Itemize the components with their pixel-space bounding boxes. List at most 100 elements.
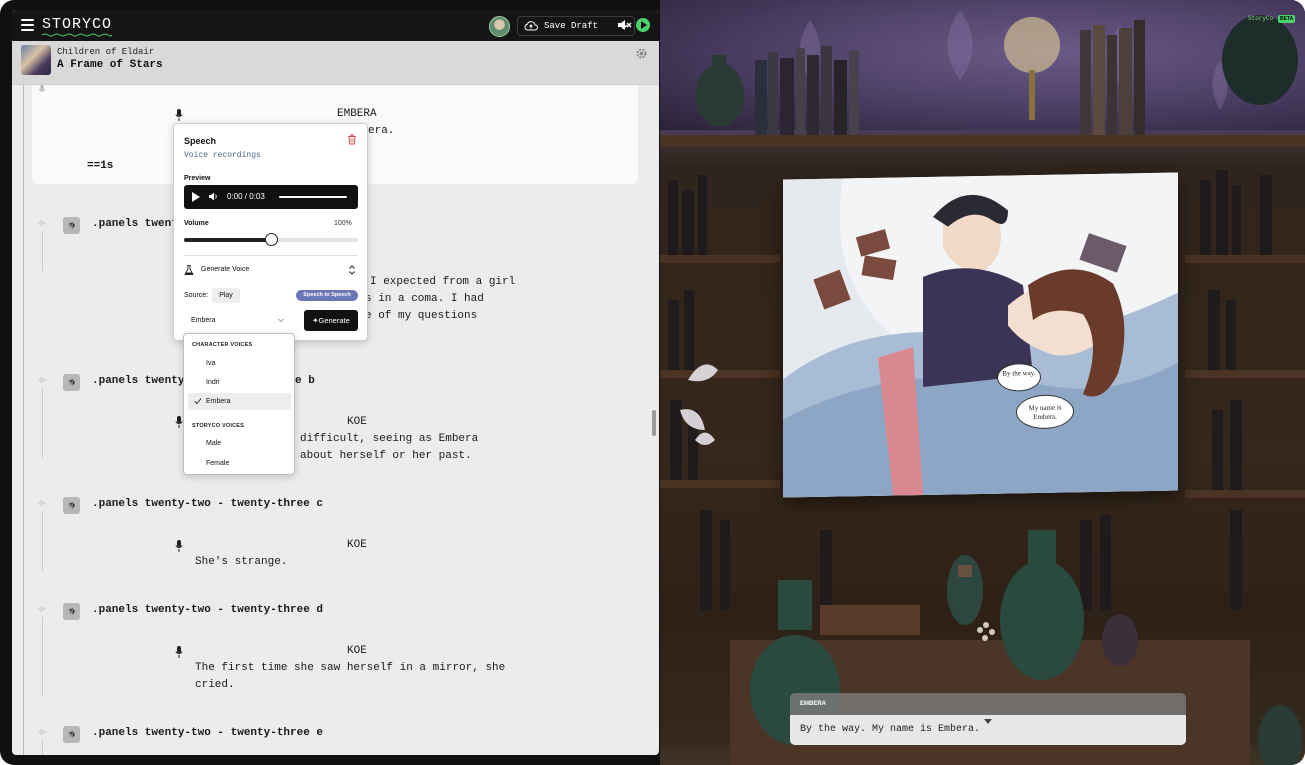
- mic-icon: [38, 85, 46, 92]
- mute-icon[interactable]: [616, 17, 632, 33]
- trash-icon[interactable]: [347, 134, 357, 145]
- source-play-button[interactable]: Play: [212, 288, 240, 303]
- volume-slider-fill: [184, 238, 271, 242]
- panel-node-icon[interactable]: [63, 374, 80, 391]
- audio-player: 0:00 / 0:03: [184, 185, 358, 209]
- dialog-speaker: EMBERA: [800, 701, 827, 707]
- voice-dropdown: CHARACTER VOICES Iva Indri Embera STORYC…: [183, 333, 295, 475]
- mic-icon[interactable]: [175, 540, 183, 552]
- storyco-voices-header: STORYCO VOICES: [192, 423, 245, 429]
- dialog-line: difficult, seeing as Embera: [300, 433, 479, 445]
- voice-option-embera[interactable]: Embera: [188, 393, 291, 410]
- pause-marker: ==1s: [87, 160, 114, 172]
- dialog-line: cried.: [195, 679, 235, 691]
- user-avatar[interactable]: [489, 16, 510, 37]
- volume-slider[interactable]: [184, 233, 358, 246]
- panel-heading-tail: e b: [295, 375, 315, 387]
- voice-select[interactable]: Embera: [184, 313, 288, 329]
- top-bar: STORYCO Save Draft: [12, 10, 659, 41]
- speaker-icon[interactable]: [208, 191, 218, 202]
- speaker-name: KOE: [347, 416, 367, 428]
- panel-node-icon[interactable]: [63, 217, 80, 234]
- project-series: Children of Eldair: [57, 47, 155, 57]
- player-time: 0:00 / 0:03: [227, 192, 265, 201]
- voice-option-male[interactable]: Male: [188, 435, 291, 452]
- source-label: Source:: [184, 292, 209, 299]
- continue-caret-icon[interactable]: [984, 719, 992, 724]
- character-voices-header: CHARACTER VOICES: [192, 342, 253, 348]
- dialog-line: She's strange.: [195, 556, 288, 568]
- panel-heading[interactable]: .panels twenty-two - twenty-three e: [92, 725, 323, 742]
- script-rail: [23, 85, 24, 755]
- player-progress[interactable]: [279, 196, 347, 198]
- dialog-line: The first time she saw herself in a mirr…: [195, 662, 506, 674]
- dialog-box[interactable]: EMBERA By the way. My name is Embera.: [790, 693, 1186, 745]
- dialog-line: s in a coma. I had: [365, 293, 484, 305]
- app-frame: STORYCO Save Draft Children of Eldair A …: [0, 0, 1305, 765]
- mic-icon[interactable]: [175, 109, 183, 121]
- panel-heading[interactable]: .panels twent: [92, 216, 178, 233]
- block-connector: [42, 511, 43, 571]
- app-logo[interactable]: STORYCO: [42, 16, 112, 33]
- voice-select-value: Embera: [191, 317, 216, 324]
- dialog-line: e of my questions: [365, 310, 478, 322]
- block-connector: [42, 617, 43, 697]
- generate-voice-select[interactable]: Generate Voice: [184, 264, 358, 279]
- generate-button-label: Generate: [318, 316, 350, 325]
- dialog-line: era.: [368, 125, 395, 137]
- block-connector: [42, 231, 43, 271]
- panel-heading[interactable]: .panels twenty-two - twenty-three c: [92, 496, 323, 513]
- popover-subtitle: Voice recordings: [184, 151, 261, 160]
- voice-option-label: Embera: [206, 398, 231, 405]
- speech-to-speech-badge[interactable]: Speech to Speech: [296, 290, 358, 301]
- panel-node-icon[interactable]: [63, 726, 80, 743]
- dialog-line: I expected from a girl: [370, 276, 516, 288]
- menu-icon[interactable]: [21, 19, 34, 31]
- generate-voice-label: Generate Voice: [201, 266, 250, 273]
- dialog-line: about herself or her past.: [300, 450, 472, 462]
- pane-resize-handle[interactable]: [652, 410, 656, 436]
- waveform-icon: [38, 729, 46, 735]
- mic-icon[interactable]: [175, 416, 183, 428]
- chevron-down-icon: [278, 318, 284, 323]
- voice-option-indri[interactable]: Indri: [188, 374, 291, 391]
- gear-icon[interactable]: [635, 47, 648, 60]
- volume-slider-knob[interactable]: [264, 233, 278, 246]
- block-connector: [42, 740, 43, 755]
- project-bar: Children of Eldair A Frame of Stars: [12, 41, 659, 85]
- dialog-header: EMBERA: [790, 693, 1186, 715]
- beta-badge: BETA: [1278, 15, 1296, 23]
- waveform-icon: [38, 606, 46, 612]
- play-icon[interactable]: [192, 192, 200, 202]
- project-title: A Frame of Stars: [57, 59, 163, 71]
- speaker-name: KOE: [347, 539, 367, 551]
- panel-heading[interactable]: .panels twenty-: [92, 373, 191, 390]
- speaker-name: EMBERA: [337, 108, 377, 120]
- play-scene-icon[interactable]: [636, 18, 650, 32]
- project-thumbnail[interactable]: [21, 45, 51, 75]
- dialog-text: By the way. My name is Embera.: [800, 724, 981, 735]
- check-icon: [194, 398, 202, 405]
- voice-option-female[interactable]: Female: [188, 455, 291, 472]
- waveform-icon: [38, 377, 46, 383]
- script-editor-pane: STORYCO Save Draft Children of Eldair A …: [12, 10, 659, 755]
- speech-popover: Speech Voice recordings Preview 0:00 / 0…: [173, 123, 368, 341]
- generate-button[interactable]: ✦Generate: [304, 310, 358, 331]
- block-connector: [42, 388, 43, 458]
- comic-panel[interactable]: By the way. My name is Embera.: [783, 172, 1178, 498]
- divider: [184, 255, 358, 256]
- flask-icon: [184, 265, 194, 275]
- mic-icon[interactable]: [175, 646, 183, 658]
- volume-value: 100%: [334, 220, 352, 227]
- waveform-icon: [38, 220, 46, 226]
- cloud-upload-icon: [524, 21, 538, 31]
- preview-label: Preview: [184, 175, 211, 182]
- chevron-up-down-icon: [349, 265, 355, 275]
- save-draft-label: Save Draft: [544, 21, 599, 31]
- panel-node-icon[interactable]: [63, 603, 80, 620]
- panel-node-icon[interactable]: [63, 497, 80, 514]
- speaker-name: KOE: [347, 645, 367, 657]
- volume-label: Volume: [184, 220, 209, 227]
- panel-heading[interactable]: .panels twenty-two - twenty-three d: [92, 602, 323, 619]
- voice-option-iva[interactable]: Iva: [188, 355, 291, 372]
